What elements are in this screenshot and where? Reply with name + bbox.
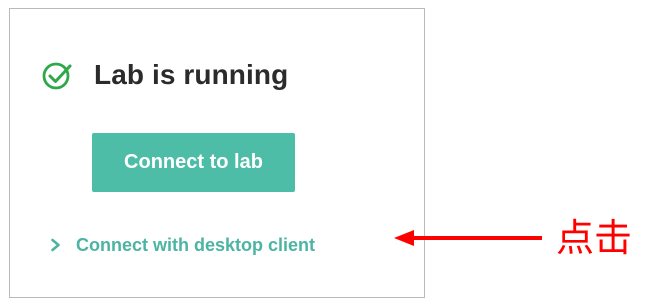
check-circle-icon [42,59,74,91]
lab-status-row: Lab is running [42,53,288,97]
connect-to-lab-button[interactable]: Connect to lab [92,133,295,192]
click-annotation-text: 点击 [556,216,633,260]
desktop-client-link-label: Connect with desktop client [76,234,316,255]
connect-desktop-client-link[interactable]: Connect with desktop client [50,233,315,257]
lab-status-panel: Lab is running Connect to lab Connect wi… [9,8,425,298]
arrow-left-icon [394,230,542,246]
chevron-right-icon [50,238,62,252]
lab-status-title: Lab is running [94,59,289,90]
